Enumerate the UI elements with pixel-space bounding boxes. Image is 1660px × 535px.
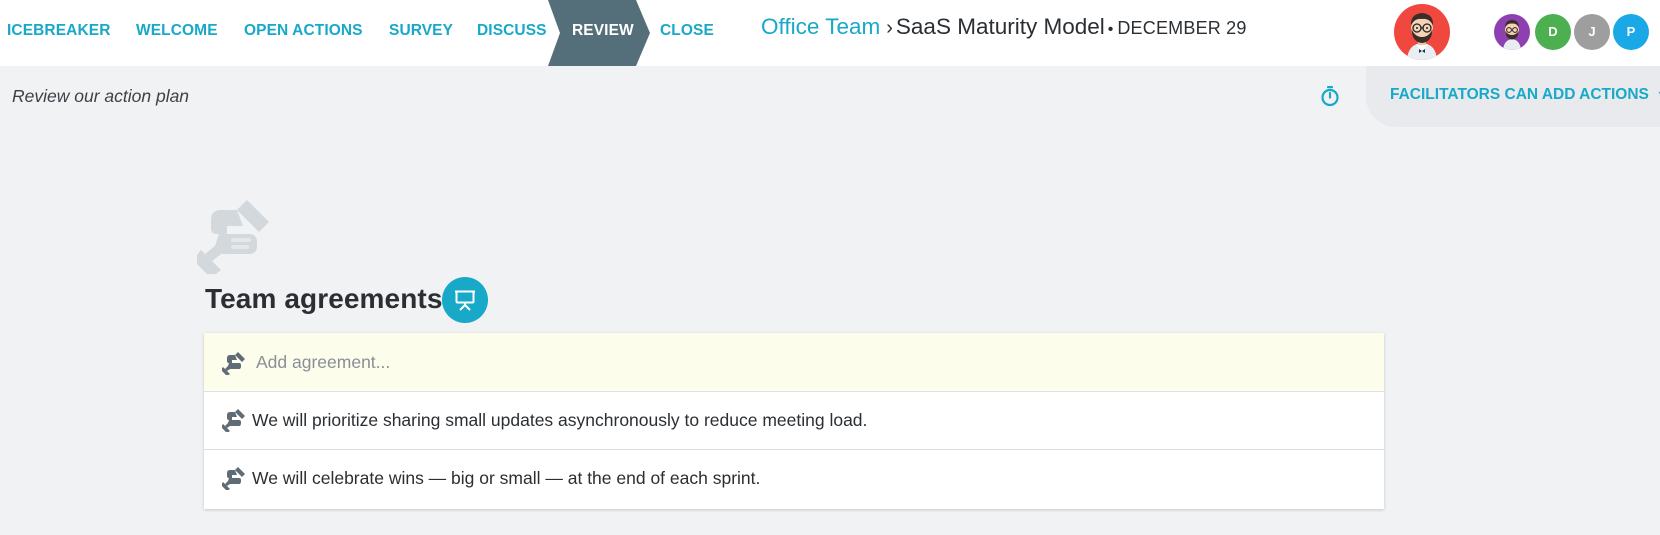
team-link[interactable]: Office Team [761,14,880,39]
facilitator-avatar[interactable] [1394,4,1450,60]
present-button[interactable] [442,277,488,323]
top-bar: ICEBREAKER WELCOME OPEN ACTIONS SURVEY D… [0,0,1660,66]
agreement-item[interactable]: We will prioritize sharing small updates… [204,392,1384,450]
step-open-actions[interactable]: OPEN ACTIONS [244,0,363,62]
step-discuss[interactable]: DISCUSS [477,0,547,62]
title-dot: • [1107,21,1114,38]
retro-name: SaaS Maturity Model [895,14,1105,39]
page-title: Office Team › SaaS Maturity Model • DECEMBER… [761,14,1247,48]
participant-avatar-2[interactable]: D [1535,14,1571,50]
actions-permission-panel: FACILITATORS CAN ADD ACTIONS▼ [1366,66,1660,127]
timer-button[interactable] [1318,84,1342,108]
presentation-board-icon [455,290,475,311]
bearded-man-avatar-icon [1503,20,1521,50]
add-agreement-input[interactable] [256,349,1356,375]
agreements-list: We will prioritize sharing small updates… [204,333,1384,509]
agreement-item[interactable]: We will celebrate wins — big or small — … [204,450,1384,509]
retro-date: DECEMBER 29 [1117,18,1247,38]
stopwatch-icon [1321,86,1339,107]
participant-avatar-1[interactable] [1494,14,1530,50]
handshake-icon [222,467,245,490]
participant-avatar-4[interactable]: P [1613,14,1649,50]
stage-subtitle: Review our action plan [12,86,190,106]
step-review[interactable]: REVIEW [572,0,634,62]
add-agreement-row [204,333,1384,392]
handshake-icon [222,409,245,432]
breadcrumb-separator: › [886,17,893,39]
participant-avatar-3[interactable]: J [1574,14,1610,50]
handshake-icon [222,352,245,375]
bearded-man-avatar-icon [1407,13,1437,60]
step-welcome[interactable]: WELCOME [136,0,218,62]
step-survey[interactable]: SURVEY [389,0,453,62]
step-icebreaker[interactable]: ICEBREAKER [7,0,110,62]
handshake-icon [197,200,269,274]
agreement-text[interactable]: We will prioritize sharing small updates… [252,410,867,431]
agreement-text[interactable]: We will celebrate wins — big or small — … [252,468,760,489]
actions-permission-dropdown[interactable]: FACILITATORS CAN ADD ACTIONS▼ [1390,86,1660,104]
actions-permission-label: FACILITATORS CAN ADD ACTIONS [1390,86,1649,103]
section-title: Team agreements [205,283,443,314]
step-close[interactable]: CLOSE [660,0,714,62]
